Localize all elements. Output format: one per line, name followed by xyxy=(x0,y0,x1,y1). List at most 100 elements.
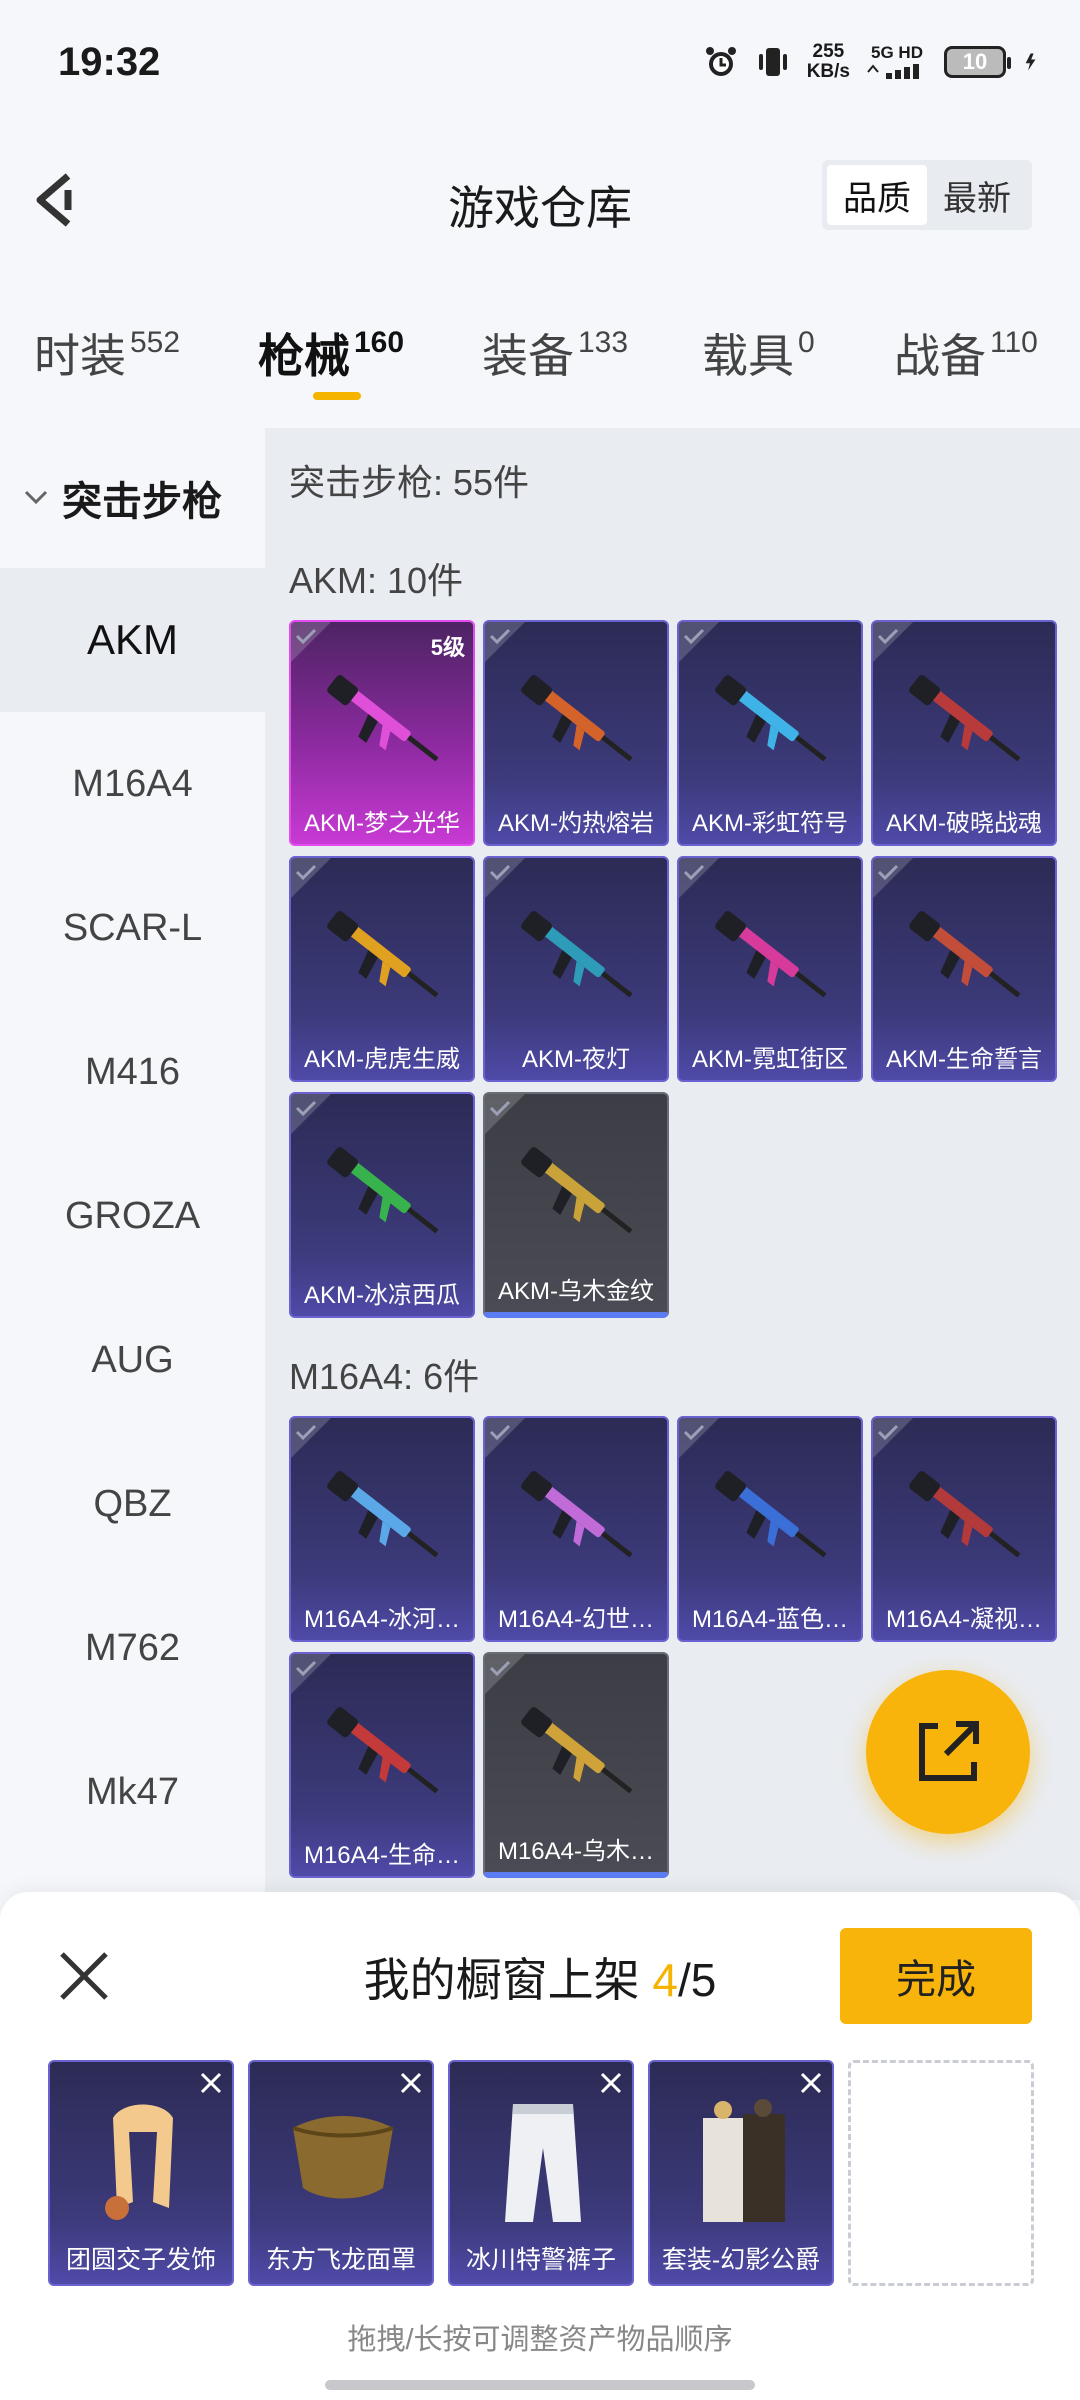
showcase-slot[interactable]: 团圆交子发饰 xyxy=(48,2060,234,2286)
item-card[interactable]: AKM-灼热熔岩 xyxy=(483,620,669,846)
status-time: 19:32 xyxy=(58,40,161,84)
rifle-icon xyxy=(521,1707,633,1794)
category-summary: 突击步枪: 55件 xyxy=(289,462,530,503)
rifle-icon xyxy=(715,675,827,762)
remove-icon[interactable] xyxy=(796,2068,826,2098)
showcase-empty-slot[interactable] xyxy=(848,2060,1034,2286)
item-card[interactable]: AKM-彩虹符号 xyxy=(677,620,863,846)
tab-count: 133 xyxy=(578,326,629,359)
sidebar-item-groza[interactable]: GROZA xyxy=(0,1144,265,1288)
section-title-akm: AKM: 10件 xyxy=(289,560,464,601)
network-type: 5G HD xyxy=(871,43,923,62)
sidebar-item-m762[interactable]: M762 xyxy=(0,1576,265,1720)
rifle-icon xyxy=(909,675,1021,762)
slot-name: 冰川特警裤子 xyxy=(465,2246,616,2274)
item-card[interactable]: AKM-冰凉西瓜 xyxy=(289,1092,475,1318)
tab-count: 160 xyxy=(354,326,405,359)
showcase-current-count: 4 xyxy=(652,1954,678,2006)
sort-option-latest[interactable]: 最新 xyxy=(927,165,1027,225)
sidebar-item-m416[interactable]: M416 xyxy=(0,1000,265,1144)
item-card[interactable]: M16A4-幻世… xyxy=(483,1416,669,1642)
pants-icon xyxy=(505,2104,581,2222)
remove-icon[interactable] xyxy=(396,2068,426,2098)
item-name: AKM-乌木金纹 xyxy=(498,1278,654,1305)
rifle-icon xyxy=(521,911,633,998)
alarm-icon xyxy=(705,47,736,76)
item-card[interactable]: M16A4-凝视… xyxy=(871,1416,1057,1642)
speed-unit: KB/s xyxy=(806,61,850,82)
showcase-max-count: 5 xyxy=(690,1954,717,2006)
item-card[interactable]: M16A4-生命… xyxy=(289,1652,475,1878)
charging-icon xyxy=(1025,53,1036,71)
rifle-icon xyxy=(327,911,439,998)
item-name: AKM-灼热熔岩 xyxy=(498,810,654,837)
sidebar-item-qbz[interactable]: QBZ xyxy=(0,1432,265,1576)
rifle-icon xyxy=(909,1471,1021,1558)
tab-firearms[interactable]: 枪械 160 xyxy=(258,320,404,386)
rifle-icon xyxy=(909,911,1021,998)
chevron-down-icon xyxy=(24,490,48,505)
status-bar: 19:32 255 KB/s 5G HD 10 xyxy=(0,0,1080,130)
rifle-icon xyxy=(715,911,827,998)
rifle-icon xyxy=(521,1147,633,1234)
sidebar-item-akm[interactable]: AKM xyxy=(0,568,265,712)
speed-value: 255 xyxy=(812,41,845,62)
item-name: AKM-夜灯 xyxy=(522,1046,630,1073)
sidebar-group-assault-rifles[interactable]: 突击步枪 xyxy=(0,428,265,568)
tab-label: 战备 xyxy=(894,330,986,382)
showcase-slot[interactable]: 套装-幻影公爵 xyxy=(648,2060,834,2286)
vibrate-icon xyxy=(758,48,787,76)
drag-hint: 拖拽/长按可调整资产物品顺序 xyxy=(347,2324,733,2356)
tab-supplies[interactable]: 战备 110 xyxy=(894,320,1038,386)
item-card[interactable]: AKM-生命誓言 xyxy=(871,856,1057,1082)
tab-fashion[interactable]: 时装 552 xyxy=(34,320,180,386)
item-card[interactable]: M16A4-乌木… xyxy=(483,1652,669,1878)
hair-ornament-icon xyxy=(105,2104,173,2220)
item-name: AKM-破晓战魂 xyxy=(886,810,1042,837)
sort-toggle: 品质 最新 xyxy=(822,160,1032,230)
item-card[interactable]: M16A4-冰河… xyxy=(289,1416,475,1642)
tab-count: 552 xyxy=(130,326,181,359)
item-name: M16A4-凝视… xyxy=(885,1606,1043,1633)
tab-equipment[interactable]: 装备 133 xyxy=(482,320,628,386)
sidebar-item-mk47[interactable]: Mk47 xyxy=(0,1720,265,1864)
tab-count: 0 xyxy=(798,326,815,359)
tab-count: 110 xyxy=(990,326,1038,359)
sidebar-item-m16a4[interactable]: M16A4 xyxy=(0,712,265,856)
rifle-icon xyxy=(327,1707,439,1794)
slot-name: 团圆交子发饰 xyxy=(65,2246,216,2274)
tab-label: 枪械 xyxy=(258,330,350,382)
tab-vehicles[interactable]: 载具 0 xyxy=(702,320,815,386)
rifle-icon xyxy=(327,675,439,762)
rifle-icon xyxy=(521,1471,633,1558)
tab-label: 装备 xyxy=(482,330,574,382)
item-name: M16A4-蓝色… xyxy=(691,1606,849,1633)
sidebar-item-aug[interactable]: AUG xyxy=(0,1288,265,1432)
item-card[interactable]: AKM-霓虹街区 xyxy=(677,856,863,1082)
share-button[interactable] xyxy=(866,1670,1030,1834)
rifle-icon xyxy=(521,675,633,762)
item-card[interactable]: M16A4-蓝色… xyxy=(677,1416,863,1642)
sidebar-item-scar-l[interactable]: SCAR-L xyxy=(0,856,265,1000)
category-tabs: 时装 552 枪械 160 装备 133 载具 0 战备 110 xyxy=(0,310,1080,410)
showcase-separator: / xyxy=(678,1954,691,2006)
home-indicator[interactable] xyxy=(325,2380,755,2390)
tab-label: 时装 xyxy=(34,330,126,382)
sort-option-quality[interactable]: 品质 xyxy=(827,165,927,225)
item-card[interactable]: AKM-夜灯 xyxy=(483,856,669,1082)
rifle-icon xyxy=(715,1471,827,1558)
done-button[interactable]: 完成 xyxy=(840,1928,1032,2024)
remove-icon[interactable] xyxy=(196,2068,226,2098)
item-name: M16A4-乌木… xyxy=(497,1838,655,1865)
item-name: AKM-生命誓言 xyxy=(886,1046,1042,1073)
item-card[interactable]: 5级 AKM-梦之光华 xyxy=(289,620,475,846)
share-icon xyxy=(919,1721,979,1781)
showcase-slot[interactable]: 冰川特警裤子 xyxy=(448,2060,634,2286)
item-card[interactable]: AKM-虎虎生威 xyxy=(289,856,475,1082)
item-card[interactable]: AKM-乌木金纹 xyxy=(483,1092,669,1318)
showcase-slot[interactable]: 东方飞龙面罩 xyxy=(248,2060,434,2286)
remove-icon[interactable] xyxy=(596,2068,626,2098)
outfit-icon xyxy=(703,2099,785,2222)
item-card[interactable]: AKM-破晓战魂 xyxy=(871,620,1057,846)
item-name: AKM-冰凉西瓜 xyxy=(304,1282,460,1309)
